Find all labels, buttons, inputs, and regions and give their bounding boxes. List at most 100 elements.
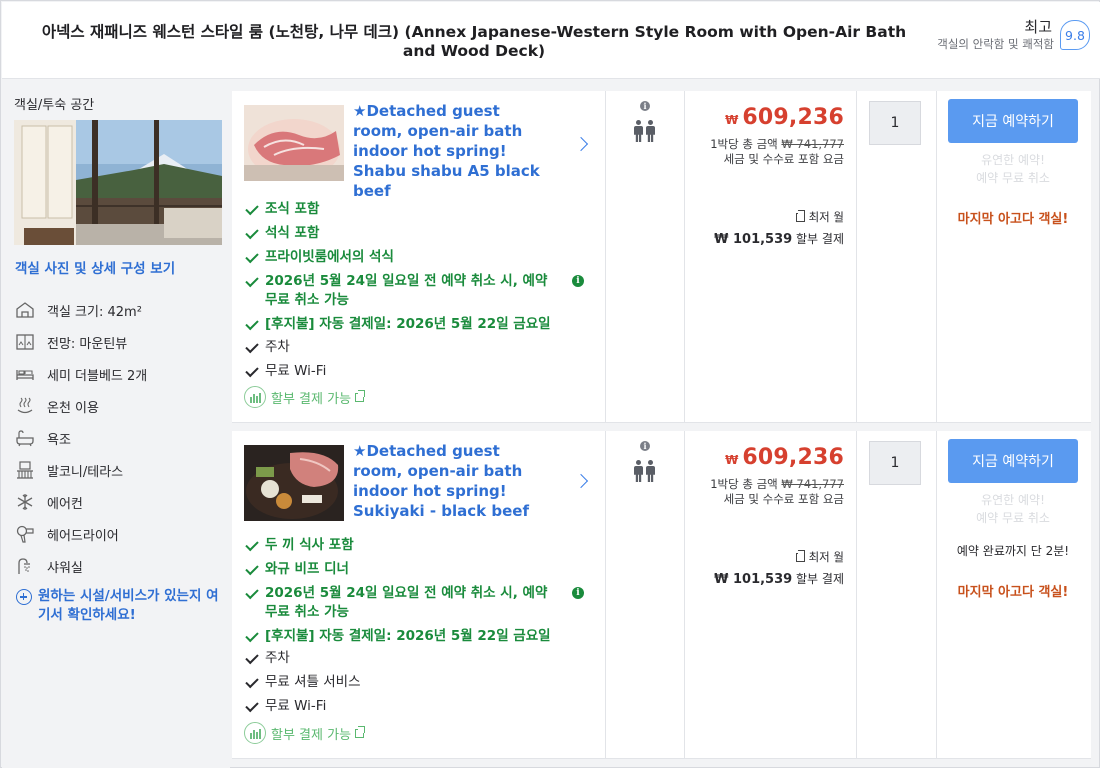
offer-feature: 주차 <box>244 338 584 357</box>
info-icon[interactable]: i <box>572 587 584 599</box>
offer-feature: [후지불] 자동 결제일: 2026년 5월 22일 금요일 <box>244 627 584 646</box>
room-photo[interactable] <box>14 120 222 245</box>
flexible-booking-title: 유연한 예약! <box>981 153 1045 167</box>
offer-feature: 무료 Wi-Fi <box>244 697 584 716</box>
hairdryer-icon <box>14 523 36 545</box>
check-icon <box>245 225 259 240</box>
offer-title-link[interactable]: ★Detached guest room, open-air bath indo… <box>353 441 553 521</box>
bed-icon <box>14 363 36 385</box>
info-icon[interactable]: i <box>640 441 650 451</box>
person-icon <box>646 120 655 142</box>
score-badge: 9.8 <box>1060 20 1090 50</box>
price: ₩609,236 <box>725 445 844 470</box>
offer-feature: 석식 포함 <box>244 224 584 243</box>
amenity-item: 전망: 마운틴뷰 <box>14 331 127 353</box>
external-link-icon <box>355 725 366 738</box>
room-photos-link[interactable]: 객실 사진 및 상세 구성 보기 <box>15 257 175 277</box>
offer-feature: 두 끼 식사 포함 <box>244 536 584 555</box>
chevron-right-icon[interactable] <box>573 473 589 489</box>
amenity-item: 온천 이용 <box>14 395 99 417</box>
offer-feature: 무료 Wi-Fi <box>244 362 584 381</box>
offer-title-link[interactable]: ★Detached guest room, open-air bath indo… <box>353 101 553 201</box>
price-tax-note: 세금 및 수수료 포함 요금 <box>723 152 844 166</box>
column-divider <box>605 431 606 758</box>
min-monthly-label[interactable]: 최저 월 <box>795 209 844 225</box>
check-icon <box>245 363 259 378</box>
info-icon[interactable]: i <box>640 101 650 111</box>
feature-text: 석식 포함 <box>265 225 320 241</box>
book-now-button[interactable]: 지금 예약하기 <box>948 439 1078 483</box>
score-description: 객실의 안락함 및 쾌적함 <box>937 37 1054 51</box>
amenity-item: 헤어드라이어 <box>14 523 119 545</box>
room-header: 아넥스 재패니즈 웨스턴 스타일 룸 (노천탕, 나무 데크) (Annex J… <box>2 2 1100 79</box>
price: ₩609,236 <box>725 105 844 130</box>
offer-feature: 조식 포함 <box>244 200 584 219</box>
check-icon <box>245 537 259 552</box>
price-detail: 1박당 총 금액 ₩ 741,777 세금 및 수수료 포함 요금 <box>684 137 844 167</box>
installment-icon <box>244 386 266 408</box>
feature-text: 2026년 5월 24일 일요일 전 예약 취소 시, 예약 무료 취소 가능 <box>265 273 548 308</box>
feature-text: 프라이빗룸에서의 석식 <box>265 249 394 265</box>
offer-feature: [후지불] 자동 결제일: 2026년 5월 22일 금요일 <box>244 315 584 334</box>
monthly-suffix: 할부 결제 <box>796 232 844 246</box>
feature-text: 무료 셔틀 서비스 <box>265 674 361 690</box>
feature-text: 무료 Wi-Fi <box>265 698 327 714</box>
person-icon <box>634 460 643 482</box>
feature-text: [후지불] 자동 결제일: 2026년 5월 22일 금요일 <box>265 316 551 332</box>
info-icon[interactable]: i <box>572 275 584 287</box>
offer-card: ★Detached guest room, open-air bath indo… <box>232 91 1091 423</box>
amenity-label: 전망: 마운틴뷰 <box>47 336 128 352</box>
installment-badge[interactable]: 할부 결제 가능 <box>244 386 366 408</box>
room-quantity-select[interactable]: 1 <box>869 441 921 485</box>
check-icon <box>245 674 259 689</box>
column-divider <box>856 91 857 422</box>
book-now-button[interactable]: 지금 예약하기 <box>948 99 1078 143</box>
flexible-booking-note: 유연한 예약! 예약 무료 취소 <box>937 491 1089 527</box>
min-monthly-label[interactable]: 최저 월 <box>795 549 844 565</box>
min-monthly-text: 최저 월 <box>808 210 844 224</box>
external-link-icon <box>355 389 366 402</box>
amenity-label: 헤어드라이어 <box>47 528 119 544</box>
room-quantity-select[interactable]: 1 <box>869 101 921 145</box>
free-cancel-note: 예약 무료 취소 <box>976 511 1050 525</box>
amenity-check-link[interactable]: 원하는 시설/서비스가 있는지 여기서 확인하세요! <box>16 587 221 625</box>
amenity-label: 샤워실 <box>47 560 83 576</box>
installment-label: 할부 결제 가능 <box>271 391 352 407</box>
occupancy[interactable]: i <box>634 441 656 485</box>
amenity-label: 발코니/테라스 <box>47 464 124 480</box>
column-divider <box>605 91 606 422</box>
check-icon <box>245 585 259 600</box>
monthly-amount: ₩ 101,539 <box>714 572 793 587</box>
installment-badge[interactable]: 할부 결제 가능 <box>244 722 366 744</box>
amenity-label: 온천 이용 <box>47 400 99 416</box>
price-tax-note: 세금 및 수수료 포함 요금 <box>723 492 844 506</box>
snowflake-icon <box>14 491 36 513</box>
occupancy[interactable]: i <box>634 101 656 145</box>
check-icon <box>245 273 259 288</box>
check-icon <box>245 249 259 264</box>
offer-feature: 와규 비프 디너 <box>244 560 584 579</box>
offer-feature: 2026년 5월 24일 일요일 전 예약 취소 시, 예약 무료 취소 가능 i <box>244 272 584 310</box>
feature-text: 와규 비프 디너 <box>265 561 349 577</box>
page-frame: 아넥스 재패니즈 웨스턴 스타일 룸 (노천탕, 나무 데크) (Annex J… <box>0 0 1100 768</box>
check-icon <box>245 628 259 643</box>
amenity-label: 욕조 <box>47 432 71 448</box>
amenity-label: 에어컨 <box>47 496 83 512</box>
offer-photo[interactable] <box>244 105 344 181</box>
monthly-payment: ₩ 101,539 할부 결제 <box>714 570 844 587</box>
chevron-right-icon[interactable] <box>573 136 589 152</box>
person-icon <box>646 460 655 482</box>
amenity-item: 세미 더블베드 2개 <box>14 363 147 385</box>
check-icon <box>245 316 259 331</box>
balcony-icon <box>14 459 36 481</box>
check-icon <box>245 698 259 713</box>
feature-text: 조식 포함 <box>265 201 320 217</box>
feature-text: 두 끼 식사 포함 <box>265 537 354 553</box>
shower-icon <box>14 555 36 577</box>
price-column: ₩609,236 1박당 총 금액 ₩ 741,777 세금 및 수수료 포함 요금… <box>685 431 856 758</box>
currency-symbol: ₩ <box>725 453 739 467</box>
feature-text: 무료 Wi-Fi <box>265 363 327 379</box>
free-cancel-note: 예약 무료 취소 <box>976 171 1050 185</box>
feature-text: 주차 <box>265 650 290 666</box>
offer-photo[interactable] <box>244 445 344 521</box>
